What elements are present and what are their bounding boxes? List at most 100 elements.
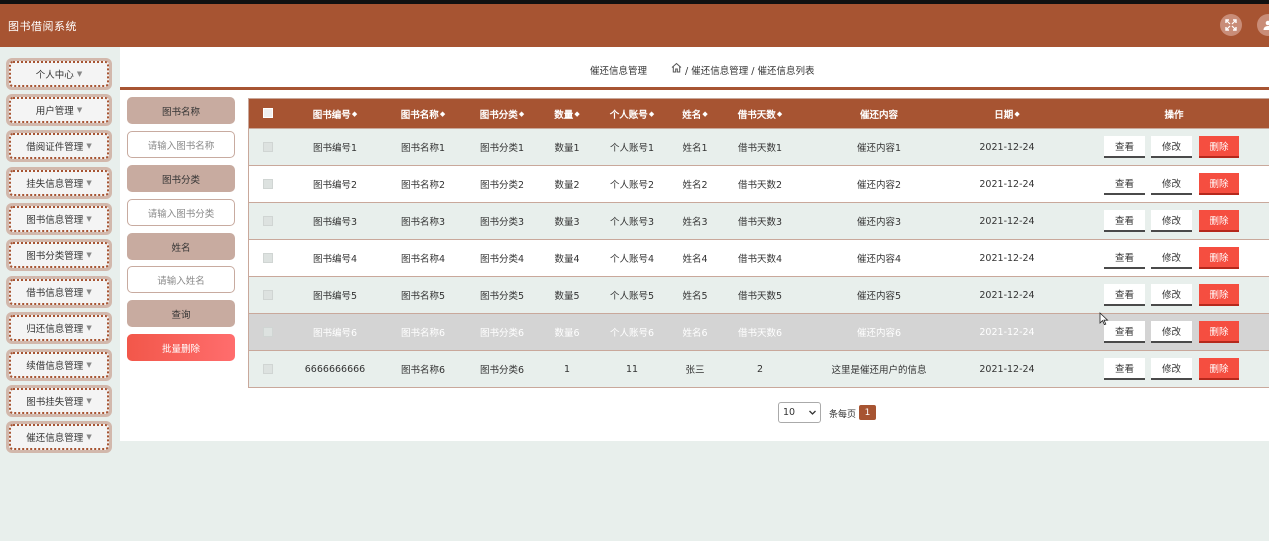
delete-button[interactable]: 删除 — [1199, 247, 1239, 269]
table-cell: 图书名称4 — [400, 254, 446, 265]
sort-icon[interactable]: ◆ — [440, 110, 445, 118]
table-cell: 2021-12-24 — [979, 252, 1035, 264]
sidebar-item-label: 图书信息管理 — [26, 215, 84, 226]
table-cell: 数量1 — [554, 143, 580, 154]
table-cell: 数量3 — [554, 217, 580, 228]
sidebar-item-9[interactable]: 图书挂失管理 ▼ — [6, 385, 112, 417]
table-cell: 姓名4 — [682, 254, 708, 265]
sidebar-item-2[interactable]: 借阅证件管理 ▼ — [6, 130, 112, 162]
app-header: 图书借阅系统 — [0, 4, 1269, 47]
name-input[interactable]: 请输入姓名 — [127, 266, 235, 293]
table-cell: 个人账号5 — [609, 291, 655, 302]
table-cell: 借书天数5 — [737, 291, 783, 302]
edit-button[interactable]: 修改 — [1151, 247, 1192, 269]
caret-down-icon: ▼ — [86, 397, 92, 405]
column-header[interactable]: 数量 ◆ — [542, 99, 592, 128]
table-cell: 图书编号3 — [312, 217, 358, 228]
table-row: 6666666666 图书名称6 图书分类6 1 11 张三 2 这里是催还用户的信息 2021… — [249, 350, 1269, 387]
home-icon[interactable] — [671, 62, 682, 73]
delete-button[interactable]: 删除 — [1199, 284, 1239, 306]
table-row: 图书编号4 图书名称4 图书分类4 数量4 个人账号4 姓名4 借书天数4 催还内容4 2021… — [249, 239, 1269, 276]
table-cell: 6666666666 — [304, 363, 366, 375]
select-all-checkbox[interactable] — [263, 108, 273, 118]
column-header[interactable]: 催还内容 — [799, 99, 959, 128]
sort-icon[interactable]: ◆ — [574, 110, 579, 118]
edit-button[interactable]: 修改 — [1151, 358, 1192, 380]
delete-button[interactable]: 删除 — [1199, 358, 1239, 380]
delete-button[interactable]: 删除 — [1199, 136, 1239, 158]
sidebar-item-10[interactable]: 催还信息管理 ▼ — [6, 421, 112, 453]
sidebar-item-7[interactable]: 归还信息管理 ▼ — [6, 312, 112, 344]
app-title: 图书借阅系统 — [8, 20, 77, 33]
table-cell: 姓名6 — [682, 328, 708, 339]
column-header-label: 个人账号 — [609, 109, 648, 121]
book-category-input[interactable]: 请输入图书分类 — [127, 199, 235, 226]
view-button[interactable]: 查看 — [1104, 358, 1145, 380]
table-cell: 11 — [625, 363, 639, 375]
column-header[interactable]: 日期 ◆ — [962, 99, 1052, 128]
delete-button[interactable]: 删除 — [1199, 321, 1239, 343]
edit-button[interactable]: 修改 — [1151, 173, 1192, 195]
edit-button[interactable]: 修改 — [1151, 284, 1192, 306]
sort-icon[interactable]: ◆ — [352, 110, 357, 118]
sort-icon[interactable]: ◆ — [519, 110, 524, 118]
sort-icon[interactable]: ◆ — [1014, 110, 1019, 118]
page-size-select[interactable]: 10 — [778, 402, 821, 423]
view-button[interactable]: 查看 — [1104, 210, 1145, 232]
table-cell: 催还内容5 — [856, 291, 902, 302]
row-checkbox[interactable] — [263, 142, 273, 152]
row-checkbox[interactable] — [263, 253, 273, 263]
column-header: 操作 — [1114, 99, 1234, 128]
view-button[interactable]: 查看 — [1104, 136, 1145, 158]
column-header-label: 借书天数 — [737, 109, 776, 121]
sidebar-item-6[interactable]: 借书信息管理 ▼ — [6, 276, 112, 308]
row-checkbox[interactable] — [263, 364, 273, 374]
column-header[interactable]: 图书名称 ◆ — [383, 99, 463, 128]
view-button[interactable]: 查看 — [1104, 173, 1145, 195]
sidebar-item-1[interactable]: 用户管理 ▼ — [6, 94, 112, 126]
edit-button[interactable]: 修改 — [1151, 210, 1192, 232]
batch-delete-button[interactable]: 批量删除 — [127, 334, 235, 361]
table-cell: 图书编号6 — [312, 328, 358, 339]
table-cell: 图书分类1 — [479, 143, 525, 154]
delete-button[interactable]: 删除 — [1199, 173, 1239, 195]
book-name-input[interactable]: 请输入图书名称 — [127, 131, 235, 158]
sidebar-item-3[interactable]: 挂失信息管理 ▼ — [6, 167, 112, 199]
sidebar-item-label: 图书挂失管理 — [26, 397, 84, 408]
column-header[interactable]: 图书分类 ◆ — [462, 99, 542, 128]
sidebar-item-8[interactable]: 续借信息管理 ▼ — [6, 349, 112, 381]
user-icon[interactable] — [1257, 14, 1269, 36]
fullscreen-icon[interactable] — [1220, 14, 1242, 36]
table-cell: 催还内容2 — [856, 180, 902, 191]
row-checkbox[interactable] — [263, 327, 273, 337]
sort-icon[interactable]: ◆ — [649, 110, 654, 118]
sort-icon[interactable]: ◆ — [702, 110, 707, 118]
sort-icon[interactable]: ◆ — [777, 110, 782, 118]
table-row: 图书编号2 图书名称2 图书分类2 数量2 个人账号2 姓名2 借书天数2 催还内容2 2021… — [249, 165, 1269, 202]
sidebar-item-5[interactable]: 图书分类管理 ▼ — [6, 239, 112, 271]
delete-button[interactable]: 删除 — [1199, 210, 1239, 232]
column-header[interactable]: 借书天数 ◆ — [720, 99, 800, 128]
edit-button[interactable]: 修改 — [1151, 136, 1192, 158]
table-row: 图书编号5 图书名称5 图书分类5 数量5 个人账号5 姓名5 借书天数5 催还内容5 2021… — [249, 276, 1269, 313]
page-number-button[interactable]: 1 — [859, 405, 876, 420]
edit-button[interactable]: 修改 — [1151, 321, 1192, 343]
sidebar-item-label: 挂失信息管理 — [26, 179, 84, 190]
view-button[interactable]: 查看 — [1104, 284, 1145, 306]
row-checkbox[interactable] — [263, 290, 273, 300]
row-checkbox[interactable] — [263, 216, 273, 226]
sidebar-item-4[interactable]: 图书信息管理 ▼ — [6, 203, 112, 235]
view-button[interactable]: 查看 — [1104, 247, 1145, 269]
row-checkbox[interactable] — [263, 179, 273, 189]
view-button[interactable]: 查看 — [1104, 321, 1145, 343]
table-cell: 图书名称1 — [400, 143, 446, 154]
table-cell: 个人账号2 — [609, 180, 655, 191]
sidebar-item-0[interactable]: 个人中心 ▼ — [6, 58, 112, 90]
table-cell: 图书分类5 — [479, 291, 525, 302]
table-cell: 个人账号3 — [609, 217, 655, 228]
column-header[interactable]: 姓名 ◆ — [670, 99, 720, 128]
query-button[interactable]: 查询 — [127, 300, 235, 327]
column-header[interactable]: 个人账号 ◆ — [592, 99, 672, 128]
table-cell: 数量2 — [554, 180, 580, 191]
column-header[interactable]: 图书编号 ◆ — [290, 99, 380, 128]
